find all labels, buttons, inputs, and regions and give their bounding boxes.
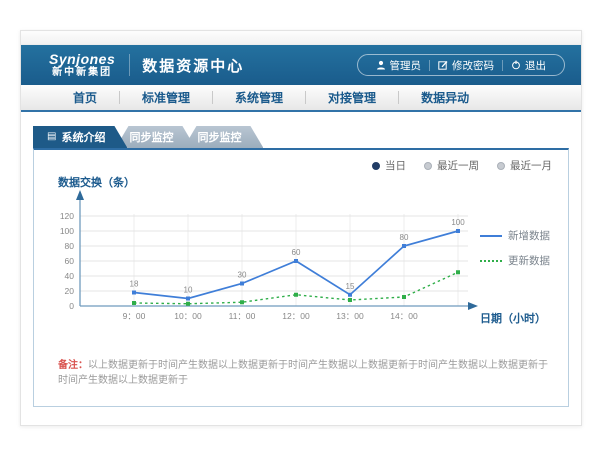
svg-text:14：00: 14：00 <box>390 311 418 321</box>
app-title: 数据资源中心 <box>142 55 244 76</box>
range-option-last-week-label: 最近一周 <box>437 158 479 173</box>
nav-item-data-change[interactable]: 数据异动 <box>399 89 491 106</box>
chart-legend: 新增数据 更新数据 <box>480 228 558 268</box>
tab-sync-monitor-1-label: 同步监控 <box>129 129 173 145</box>
nav-item-system-mgmt[interactable]: 系统管理 <box>213 89 305 106</box>
logout-label: 退出 <box>525 58 546 73</box>
tab-sync-monitor-2[interactable]: 同步监控 <box>183 126 263 148</box>
dotted-line-swatch <box>480 260 502 262</box>
svg-text:0: 0 <box>69 301 74 311</box>
user-menu: 管理员 修改密码 退出 <box>357 54 566 76</box>
window-top-strip <box>21 31 581 45</box>
svg-text:100: 100 <box>60 226 74 236</box>
tab-system-intro-label: 系统介绍 <box>61 129 105 145</box>
radio-dot <box>497 162 505 170</box>
svg-text:10：00: 10：00 <box>174 311 202 321</box>
range-option-last-week[interactable]: 最近一周 <box>424 158 479 173</box>
nav-item-home[interactable]: 首页 <box>51 89 119 106</box>
footnote-label: 备注： <box>58 360 88 371</box>
brand-logo-cn: 新中新集团 <box>49 68 115 78</box>
main-content: ▤ 系统介绍 同步监控 同步监控 当日 最近一周 <box>21 112 581 407</box>
svg-text:9：00: 9：00 <box>123 311 146 321</box>
chart-panel: 当日 最近一周 最近一月 数据交换（条） 0204060801001209：00… <box>33 148 569 407</box>
legend-item-updated-data[interactable]: 更新数据 <box>480 253 558 268</box>
solid-line-swatch <box>480 235 502 237</box>
footnote: 备注：以上数据更新于时间产生数据以上数据更新于时间产生数据以上数据更新于时间产生… <box>58 358 548 388</box>
range-option-last-month-label: 最近一月 <box>510 158 552 173</box>
tab-system-intro[interactable]: ▤ 系统介绍 <box>33 126 127 148</box>
edit-icon <box>438 60 448 70</box>
tab-sync-monitor-2-label: 同步监控 <box>197 129 241 145</box>
brand-logo: Synjones 新中新集团 <box>49 52 115 78</box>
svg-text:30: 30 <box>238 271 247 280</box>
tab-sync-monitor-1[interactable]: 同步监控 <box>115 126 195 148</box>
range-option-today-label: 当日 <box>385 158 406 173</box>
range-option-today[interactable]: 当日 <box>372 158 406 173</box>
svg-text:18: 18 <box>130 280 139 289</box>
svg-text:11：00: 11：00 <box>229 311 256 321</box>
nav-item-interface-mgmt[interactable]: 对接管理 <box>306 89 398 106</box>
app-header: Synjones 新中新集团 数据资源中心 管理员 修改密码 <box>21 45 581 85</box>
user-menu-admin-label: 管理员 <box>390 58 422 73</box>
change-password-button[interactable]: 修改密码 <box>430 58 502 73</box>
svg-text:40: 40 <box>65 271 75 281</box>
svg-text:80: 80 <box>400 233 409 242</box>
footnote-text: 以上数据更新于时间产生数据以上数据更新于时间产生数据以上数据更新于时间产生数据以… <box>58 360 548 386</box>
svg-text:120: 120 <box>60 211 74 221</box>
brand-logo-en: Synjones <box>49 52 115 66</box>
legend-updated-data-label: 更新数据 <box>508 253 550 268</box>
svg-text:10: 10 <box>184 286 193 295</box>
legend-item-new-data[interactable]: 新增数据 <box>480 228 558 243</box>
x-axis-title: 日期（小时） <box>480 310 546 326</box>
svg-text:20: 20 <box>65 286 75 296</box>
user-icon <box>376 60 386 70</box>
svg-text:80: 80 <box>65 241 75 251</box>
header-divider <box>129 54 130 76</box>
svg-text:100: 100 <box>451 218 465 227</box>
legend-new-data-label: 新增数据 <box>508 228 550 243</box>
document-icon: ▤ <box>47 132 56 142</box>
change-password-label: 修改密码 <box>452 58 494 73</box>
main-nav: 首页 标准管理 系统管理 对接管理 数据异动 <box>21 85 581 112</box>
logout-button[interactable]: 退出 <box>503 58 554 73</box>
svg-text:15: 15 <box>346 282 355 291</box>
radio-dot <box>372 162 380 170</box>
svg-text:13：00: 13：00 <box>336 311 364 321</box>
svg-text:60: 60 <box>65 256 75 266</box>
nav-item-standard-mgmt[interactable]: 标准管理 <box>120 89 212 106</box>
svg-text:12：00: 12：00 <box>282 311 310 321</box>
app-window: Synjones 新中新集团 数据资源中心 管理员 修改密码 <box>20 30 582 426</box>
svg-text:60: 60 <box>292 248 301 257</box>
user-menu-admin[interactable]: 管理员 <box>368 58 430 73</box>
range-option-last-month[interactable]: 最近一月 <box>497 158 552 173</box>
power-icon <box>511 60 521 70</box>
time-range-selector: 当日 最近一周 最近一月 <box>372 158 552 173</box>
tab-bar: ▤ 系统介绍 同步监控 同步监控 <box>33 126 569 148</box>
radio-dot <box>424 162 432 170</box>
line-chart: 0 20 40 60 80 100 120 9：00 10：00 11：00 12：00 13：00 1… <box>40 188 490 336</box>
